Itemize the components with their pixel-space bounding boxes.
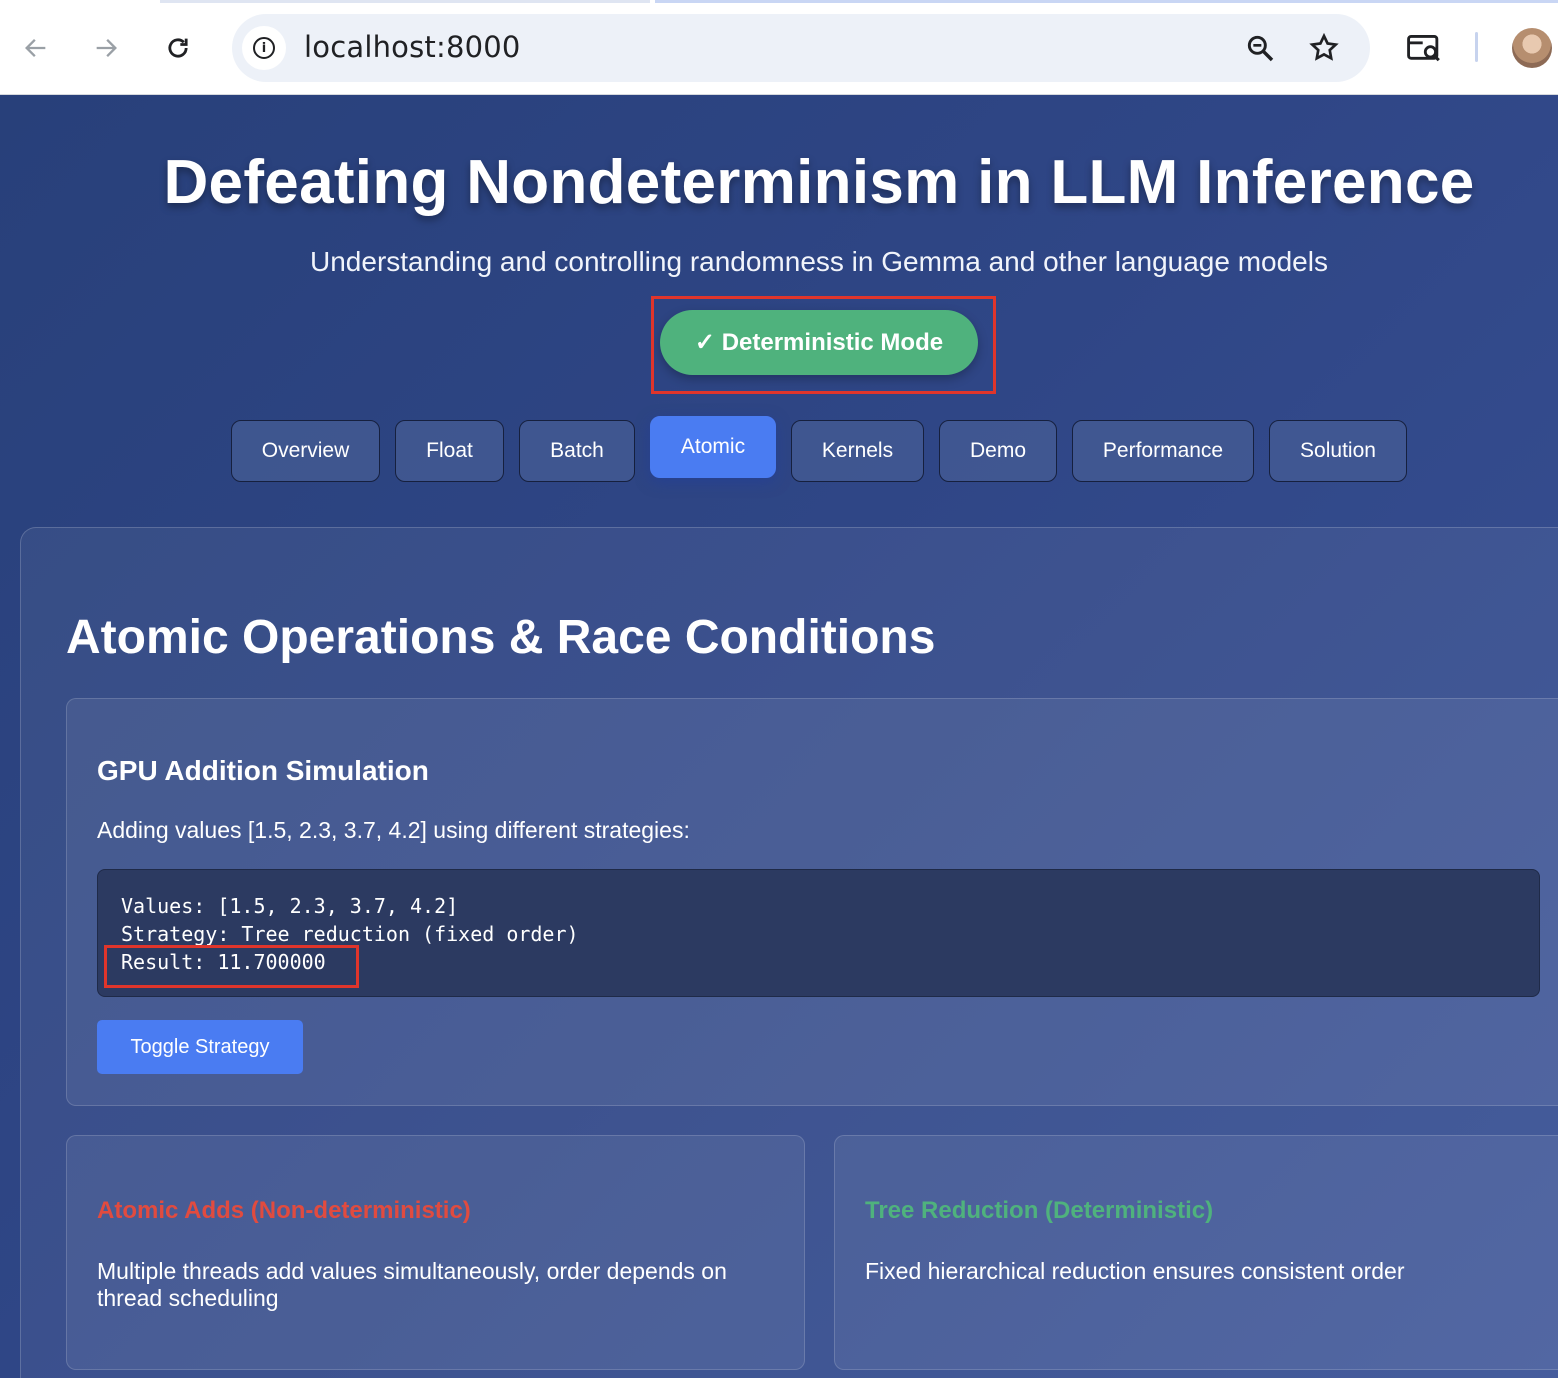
simulation-title: GPU Addition Simulation <box>97 755 429 786</box>
tab-overview[interactable]: Overview <box>231 420 380 482</box>
bookmark-button[interactable] <box>1304 28 1344 68</box>
arrow-left-icon <box>25 39 46 57</box>
tab-kernels[interactable]: Kernels <box>791 420 924 482</box>
tab-search-button[interactable] <box>1402 26 1446 70</box>
tab-demo[interactable]: Demo <box>939 420 1057 482</box>
address-bar[interactable]: i localhost:8000 <box>232 14 1370 82</box>
forward-button[interactable] <box>84 26 128 70</box>
page-title: Defeating Nondeterminism in LLM Inferenc… <box>163 148 1475 217</box>
arrow-right-icon <box>96 39 117 57</box>
page-subtitle: Understanding and controlling randomness… <box>310 246 1328 277</box>
tree-reduction-description: Fixed hierarchical reduction ensures con… <box>865 1258 1405 1285</box>
deterministic-mode-toggle[interactable]: ✓ Deterministic Mode <box>660 310 978 375</box>
browser-toolbar: i localhost:8000 <box>0 0 1558 95</box>
atomic-adds-card <box>66 1135 805 1370</box>
code-line-strategy: Strategy: Tree reduction (fixed order) <box>121 922 579 946</box>
tab-strip-edge-active <box>655 0 1558 3</box>
code-line-values: Values: [1.5, 2.3, 3.7, 4.2] <box>121 894 459 918</box>
tab-performance[interactable]: Performance <box>1072 420 1254 482</box>
section-title: Atomic Operations & Race Conditions <box>66 611 936 664</box>
page-content: Defeating Nondeterminism in LLM Inferenc… <box>0 95 1558 1378</box>
site-info-button[interactable]: i <box>242 26 286 70</box>
reload-icon <box>168 38 188 58</box>
tab-solution[interactable]: Solution <box>1269 420 1407 482</box>
atomic-adds-description-line: Multiple threads add values simultaneous… <box>97 1258 727 1284</box>
tab-atomic[interactable]: Atomic <box>650 416 776 478</box>
atomic-adds-title: Atomic Adds (Non-deterministic) <box>97 1197 471 1224</box>
star-icon <box>1309 32 1339 61</box>
tab-float[interactable]: Float <box>395 420 504 482</box>
tree-reduction-card <box>834 1135 1558 1370</box>
simulation-output: Values: [1.5, 2.3, 3.7, 4.2] Strategy: T… <box>97 869 1540 997</box>
tree-reduction-title: Tree Reduction (Deterministic) <box>865 1197 1214 1224</box>
atomic-adds-description-line: thread scheduling <box>97 1285 279 1311</box>
info-icon: i <box>253 37 275 59</box>
zoom-icon <box>1247 35 1274 62</box>
zoom-button[interactable] <box>1240 28 1280 68</box>
atomic-adds-description: Multiple threads add values simultaneous… <box>97 1258 727 1312</box>
tab-batch[interactable]: Batch <box>519 420 635 482</box>
tree-reduction-description-line: Fixed hierarchical reduction ensures con… <box>865 1258 1405 1284</box>
profile-avatar[interactable] <box>1512 28 1552 68</box>
url-text[interactable]: localhost:8000 <box>304 30 521 64</box>
tab-search-icon <box>1407 35 1440 62</box>
toolbar-separator <box>1475 32 1478 62</box>
toggle-strategy-button[interactable]: Toggle Strategy <box>97 1020 303 1074</box>
tab-strip-edge <box>160 0 650 3</box>
reload-button[interactable] <box>156 26 200 70</box>
back-button[interactable] <box>14 26 58 70</box>
simulation-description: Adding values [1.5, 2.3, 3.7, 4.2] using… <box>97 817 690 843</box>
code-line-result: Result: 11.700000 <box>121 950 326 974</box>
